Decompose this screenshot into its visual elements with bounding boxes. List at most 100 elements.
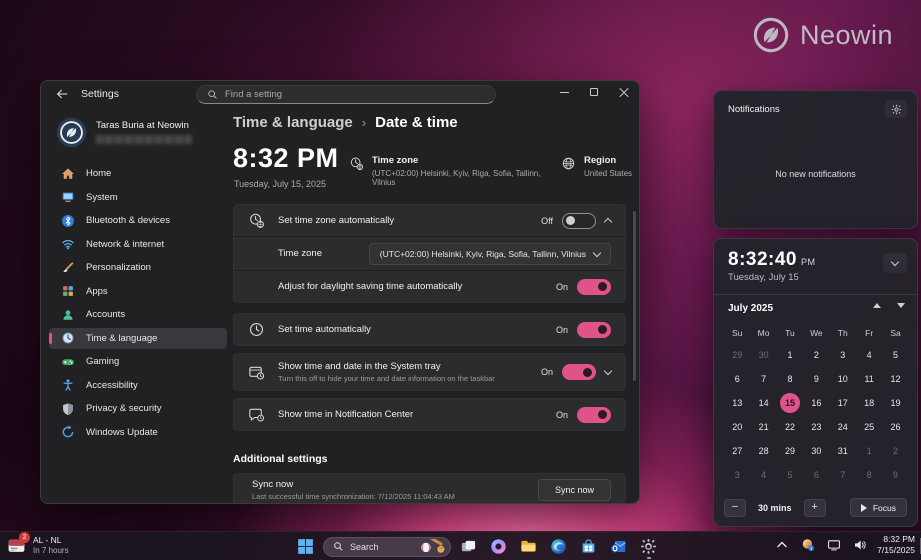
sidebar-item-accessibility[interactable]: Accessibility bbox=[49, 375, 227, 396]
maximize-button[interactable] bbox=[579, 81, 609, 103]
taskbar-clock[interactable]: 8:32 PM 7/15/2025 bbox=[877, 534, 915, 556]
close-button[interactable] bbox=[609, 81, 639, 103]
systray-time-toggle[interactable] bbox=[562, 364, 596, 380]
calendar-day[interactable]: 8 bbox=[856, 463, 882, 487]
calendar-day[interactable]: 2 bbox=[803, 343, 829, 367]
focus-start-button[interactable]: Focus bbox=[849, 498, 907, 517]
calendar-day[interactable]: 27 bbox=[724, 439, 750, 463]
calendar-day[interactable]: 29 bbox=[724, 343, 750, 367]
sidebar-item-network-internet[interactable]: Network & internet bbox=[49, 234, 227, 255]
task-view-button[interactable] bbox=[456, 534, 481, 559]
sidebar-item-windows-update[interactable]: Windows Update bbox=[49, 422, 227, 443]
tray-overflow-button[interactable] bbox=[773, 536, 791, 554]
calendar-next-button[interactable] bbox=[897, 303, 905, 308]
taskbar-clock-date: 7/15/2025 bbox=[877, 545, 915, 556]
calendar-day[interactable]: 24 bbox=[830, 415, 856, 439]
volume-tray-icon[interactable] bbox=[851, 536, 869, 554]
calendar-day[interactable]: 22 bbox=[777, 415, 803, 439]
calendar-day[interactable]: 6 bbox=[803, 463, 829, 487]
user-profile[interactable]: Taras Buria at Neowin bbox=[56, 117, 192, 148]
calendar-day[interactable]: 5 bbox=[777, 463, 803, 487]
setting-row-notification-center-time[interactable]: Show time in Notification Center On bbox=[234, 399, 625, 430]
calendar-day[interactable]: 3 bbox=[830, 343, 856, 367]
calendar-day-header: We bbox=[810, 328, 823, 338]
calendar-day[interactable]: 7 bbox=[750, 367, 776, 391]
calendar-day[interactable]: 26 bbox=[882, 415, 908, 439]
calendar-day[interactable]: 28 bbox=[750, 439, 776, 463]
setting-row-set-time-auto[interactable]: Set time automatically On bbox=[234, 314, 625, 345]
settings-button[interactable] bbox=[636, 534, 661, 559]
sidebar-item-gaming[interactable]: Gaming bbox=[49, 351, 227, 372]
calendar-day[interactable]: 2 bbox=[882, 439, 908, 463]
calendar-day[interactable]: 17 bbox=[830, 391, 856, 415]
chevron-down-icon[interactable] bbox=[603, 366, 613, 376]
calendar-day[interactable]: 25 bbox=[856, 415, 882, 439]
focus-plus-button[interactable]: + bbox=[803, 498, 826, 517]
chevron-up-icon[interactable] bbox=[603, 217, 613, 227]
network-tray-icon[interactable] bbox=[825, 536, 843, 554]
focus-minus-button[interactable]: − bbox=[724, 498, 746, 517]
setting-row-set-timezone-auto[interactable]: Set time zone automatically Off bbox=[234, 205, 625, 236]
calendar-day[interactable]: 23 bbox=[803, 415, 829, 439]
copilot-button[interactable] bbox=[486, 534, 511, 559]
sidebar-item-apps[interactable]: Apps bbox=[49, 281, 227, 302]
setting-row-systray-time[interactable]: Show time and date in the System tray Tu… bbox=[234, 354, 625, 390]
microsoft-store-button[interactable] bbox=[576, 534, 601, 559]
start-button[interactable] bbox=[293, 534, 318, 559]
scrollbar[interactable] bbox=[633, 211, 636, 381]
set-timezone-auto-toggle[interactable] bbox=[562, 212, 596, 229]
calendar-prev-button[interactable] bbox=[873, 303, 881, 308]
calendar-day[interactable]: 5 bbox=[882, 343, 908, 367]
sidebar-item-bluetooth-devices[interactable]: Bluetooth & devices bbox=[49, 210, 227, 231]
calendar-day[interactable]: 21 bbox=[750, 415, 776, 439]
sync-now-button[interactable]: Sync now bbox=[537, 479, 611, 501]
file-explorer-button[interactable] bbox=[516, 534, 541, 559]
minimize-button[interactable] bbox=[549, 81, 579, 103]
calendar-day[interactable]: 11 bbox=[856, 367, 882, 391]
calendar-day[interactable]: 4 bbox=[750, 463, 776, 487]
search-input[interactable]: Find a setting bbox=[196, 85, 496, 104]
notifications-settings-button[interactable] bbox=[885, 100, 907, 118]
set-time-auto-toggle[interactable] bbox=[577, 321, 611, 338]
calendar-day[interactable]: 8 bbox=[777, 367, 803, 391]
collapse-calendar-button[interactable] bbox=[883, 253, 907, 273]
calendar-day[interactable]: 16 bbox=[803, 391, 829, 415]
calendar-day[interactable]: 31 bbox=[830, 439, 856, 463]
calendar-day[interactable]: 13 bbox=[724, 391, 750, 415]
back-button[interactable] bbox=[53, 86, 71, 102]
calendar-day[interactable]: 12 bbox=[882, 367, 908, 391]
calendar-day[interactable]: 6 bbox=[724, 367, 750, 391]
widgets-button[interactable]: 2 AL - NL In 7 hours bbox=[7, 531, 69, 555]
calendar-day[interactable]: 1 bbox=[777, 343, 803, 367]
sidebar-item-time-language[interactable]: Time & language bbox=[49, 327, 227, 349]
calendar-day-selected[interactable]: 15 bbox=[777, 391, 803, 415]
calendar-day[interactable]: 29 bbox=[777, 439, 803, 463]
sidebar-item-system[interactable]: System bbox=[49, 187, 227, 208]
calendar-day[interactable]: 7 bbox=[830, 463, 856, 487]
calendar-day[interactable]: 14 bbox=[750, 391, 776, 415]
calendar-day[interactable]: 10 bbox=[830, 367, 856, 391]
notification-center-time-toggle[interactable] bbox=[577, 406, 611, 423]
calendar-day[interactable]: 1 bbox=[856, 439, 882, 463]
timezone-dropdown[interactable]: (UTC+02:00) Helsinki, Kyiv, Riga, Sofia,… bbox=[368, 242, 611, 265]
setting-row-daylight-saving[interactable]: Adjust for daylight saving time automati… bbox=[234, 271, 625, 302]
daylight-saving-toggle[interactable] bbox=[577, 278, 611, 295]
calendar-day[interactable]: 4 bbox=[856, 343, 882, 367]
sidebar-item-personalization[interactable]: Personalization bbox=[49, 257, 227, 278]
breadcrumb-parent[interactable]: Time & language bbox=[233, 114, 353, 131]
calendar-day[interactable]: 18 bbox=[856, 391, 882, 415]
calendar-day[interactable]: 19 bbox=[882, 391, 908, 415]
calendar-day[interactable]: 30 bbox=[803, 439, 829, 463]
taskbar-search-box[interactable]: Search bbox=[323, 536, 451, 557]
calendar-day[interactable]: 3 bbox=[724, 463, 750, 487]
calendar-day[interactable]: 30 bbox=[750, 343, 776, 367]
outlook-button[interactable] bbox=[606, 534, 631, 559]
sidebar-item-privacy-security[interactable]: Privacy & security bbox=[49, 398, 227, 419]
sidebar-item-home[interactable]: Home bbox=[49, 163, 227, 184]
calendar-day[interactable]: 9 bbox=[882, 463, 908, 487]
edge-button[interactable] bbox=[546, 534, 571, 559]
sidebar-item-accounts[interactable]: Accounts bbox=[49, 304, 227, 325]
calendar-day[interactable]: 9 bbox=[803, 367, 829, 391]
calendar-day[interactable]: 20 bbox=[724, 415, 750, 439]
tray-app-icon[interactable] bbox=[799, 536, 817, 554]
